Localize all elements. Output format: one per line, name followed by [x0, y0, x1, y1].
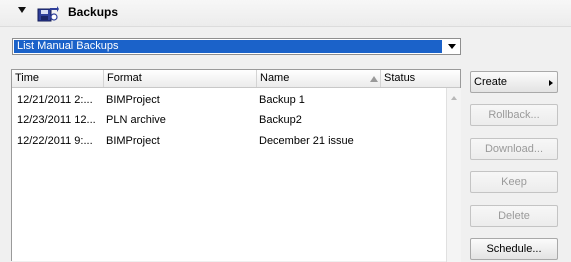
panel-title: Backups — [68, 5, 119, 19]
table-scrollbar[interactable] — [446, 88, 461, 262]
cell-time: 12/23/2011 12... — [17, 114, 96, 126]
download-button[interactable]: Download... — [470, 138, 558, 160]
table-header: Time Format Name Status — [12, 70, 460, 88]
column-header-status[interactable]: Status — [380, 70, 460, 87]
cell-status — [380, 90, 383, 110]
column-header-name[interactable]: Name — [256, 70, 380, 87]
cell-status — [380, 110, 383, 130]
sort-ascending-icon — [370, 76, 378, 82]
chevron-down-icon[interactable] — [448, 44, 456, 49]
rollback-button[interactable]: Rollback... — [470, 104, 558, 126]
create-button[interactable]: Create — [470, 71, 558, 93]
cell-name: December 21 issue — [259, 135, 354, 147]
cell-status — [380, 131, 383, 151]
cell-format: BIMProject — [106, 94, 160, 106]
scroll-up-icon[interactable] — [451, 96, 457, 100]
column-header-format[interactable]: Format — [103, 70, 256, 87]
column-header-time[interactable]: Time — [12, 70, 105, 87]
backup-teamwork-icon — [37, 6, 59, 22]
delete-button[interactable]: Delete — [470, 205, 558, 227]
panel-header: Backups — [0, 0, 571, 28]
schedule-button[interactable]: Schedule... — [470, 238, 558, 260]
keep-button[interactable]: Keep — [470, 171, 558, 193]
cell-name: Backup2 — [259, 114, 302, 126]
chevron-right-icon — [549, 80, 553, 86]
cell-time: 12/21/2011 2:... — [17, 94, 93, 106]
create-button-label: Create — [474, 76, 508, 88]
cell-format: BIMProject — [106, 135, 160, 147]
cell-time: 12/22/2011 9:... — [17, 135, 93, 147]
backups-table: Time Format Name Status 12/21/2011 2:...… — [11, 69, 461, 262]
backup-filter-select[interactable]: List Manual Backups — [12, 38, 461, 55]
cell-format: PLN archive — [106, 114, 166, 126]
table-row[interactable]: 12/21/2011 2:... BIMProject Backup 1 — [12, 90, 446, 110]
cell-name: Backup 1 — [259, 94, 305, 106]
table-row[interactable]: 12/23/2011 12... PLN archive Backup2 — [12, 110, 446, 130]
backup-filter-selected-value: List Manual Backups — [14, 40, 442, 53]
table-row[interactable]: 12/22/2011 9:... BIMProject December 21 … — [12, 131, 446, 151]
collapse-triangle-icon[interactable] — [18, 7, 26, 13]
